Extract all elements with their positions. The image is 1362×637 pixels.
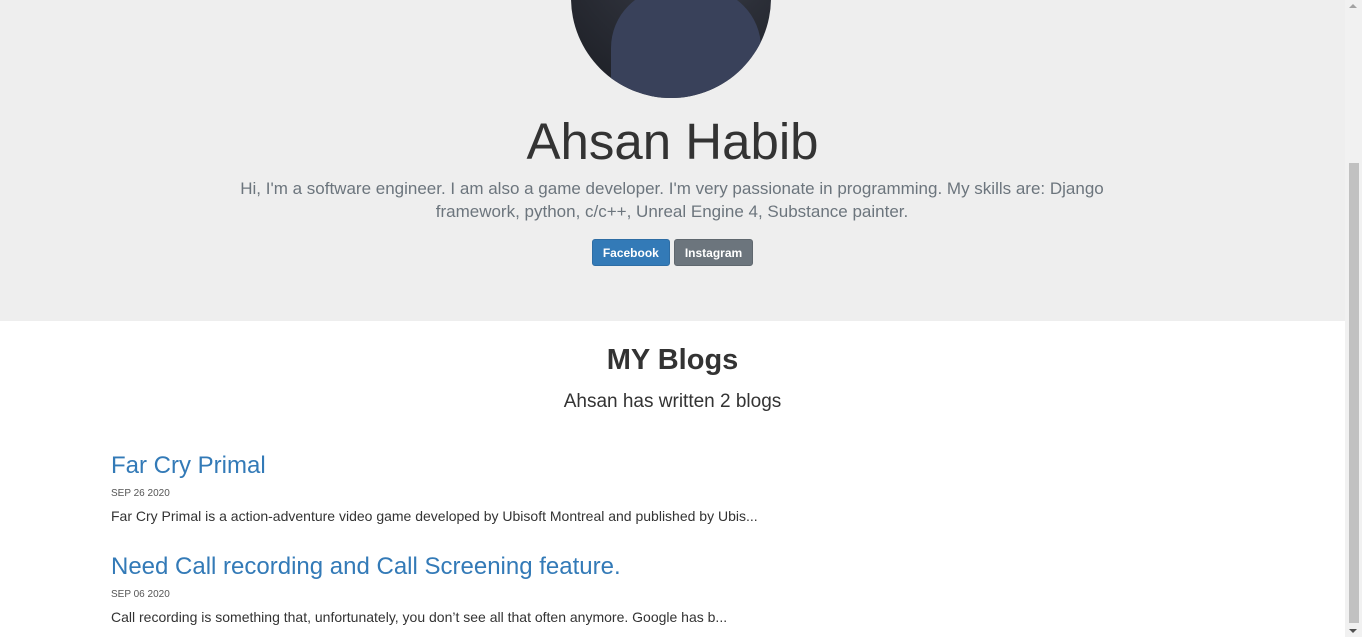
blogs-count: Ahsan has written 2 blogs (563, 391, 782, 412)
vertical-scrollbar[interactable] (1345, 0, 1362, 637)
profile-name: Ahsan Habib (526, 113, 819, 170)
blog-post: Far Cry Primal SEP 26 2020 Far Cry Prima… (111, 451, 1111, 525)
blog-post: Need Call recording and Call Screening f… (111, 552, 1111, 626)
scroll-down-arrow-icon[interactable] (1349, 629, 1357, 633)
blog-post-title[interactable]: Far Cry Primal (111, 451, 1111, 481)
blog-post-excerpt: Call recording is something that, unfort… (111, 609, 728, 625)
avatar-shirt (611, 0, 761, 98)
blogs-heading: MY Blogs (606, 344, 739, 376)
avatar (571, 0, 771, 98)
social-buttons: Facebook Instagram (0, 239, 1345, 266)
blog-post-date: SEP 26 2020 (111, 488, 170, 499)
page: Ahsan Habib Hi, I'm a software engineer.… (0, 0, 1345, 637)
scrollbar-thumb[interactable] (1349, 163, 1359, 623)
profile-header: Ahsan Habib Hi, I'm a software engineer.… (0, 0, 1345, 321)
instagram-button[interactable]: Instagram (673, 239, 754, 266)
scroll-up-arrow-icon[interactable] (1349, 4, 1357, 8)
blog-post-title[interactable]: Need Call recording and Call Screening f… (111, 552, 1111, 582)
profile-bio: Hi, I'm a software engineer. I am also a… (240, 179, 1104, 221)
blog-post-excerpt: Far Cry Primal is a action-adventure vid… (111, 508, 758, 524)
blog-post-date: SEP 06 2020 (111, 589, 170, 600)
facebook-button[interactable]: Facebook (591, 239, 670, 266)
